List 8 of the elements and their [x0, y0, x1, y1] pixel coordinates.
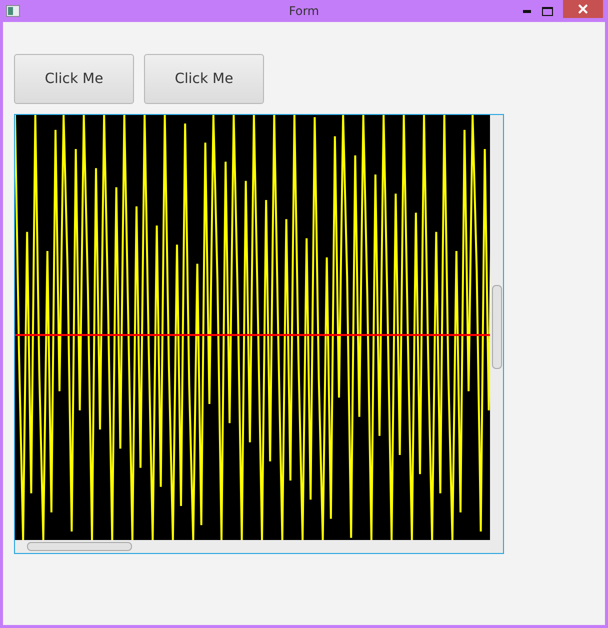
- close-button[interactable]: [563, 0, 603, 18]
- click-me-button[interactable]: Click Me: [144, 54, 264, 104]
- click-me-button[interactable]: Click Me: [14, 54, 134, 104]
- app-icon: [6, 5, 20, 17]
- maximize-icon[interactable]: [542, 6, 553, 16]
- window-title: Form: [288, 4, 320, 18]
- close-icon: [578, 4, 588, 14]
- minimize-icon[interactable]: [522, 9, 532, 13]
